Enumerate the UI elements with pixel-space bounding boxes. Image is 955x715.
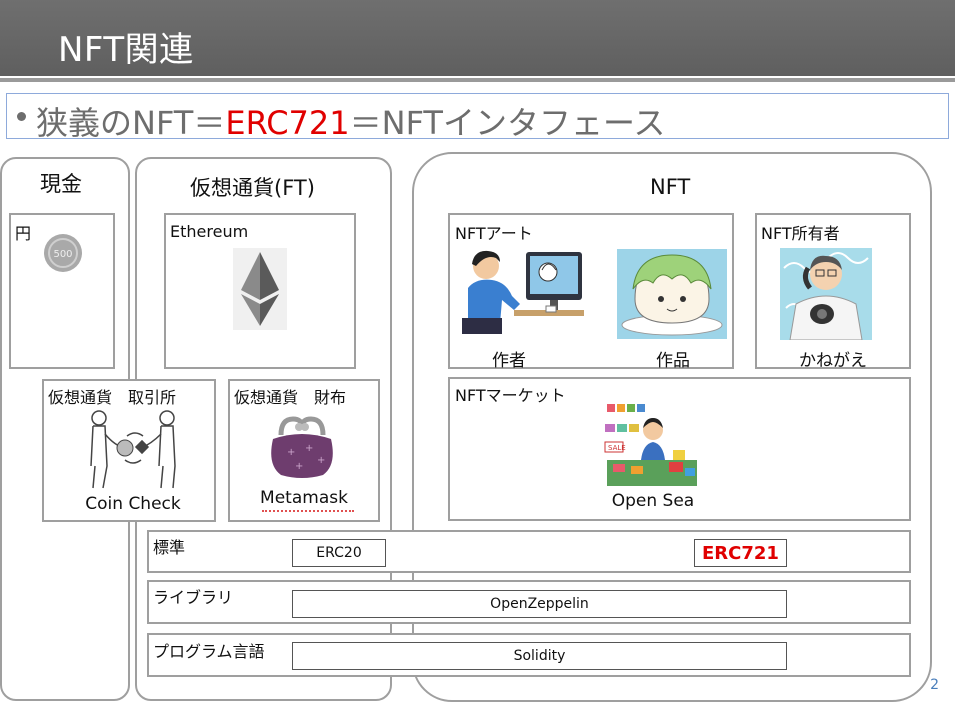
artwork-caption: 作品	[656, 351, 690, 371]
exchange-label: 仮想通貨 取引所	[48, 388, 177, 407]
market-illustration: SALE	[603, 400, 701, 488]
spellcheck-underline	[262, 508, 354, 512]
ethereum-label: Ethereum	[170, 222, 249, 241]
wallet-label: 仮想通貨 財布	[234, 388, 347, 407]
nft-group-label: NFT	[650, 175, 691, 199]
erc721-box: ERC721	[694, 539, 787, 567]
layer-standard	[147, 530, 911, 573]
bullet-highlight: ERC721	[225, 104, 350, 142]
exchange-illustration	[85, 410, 181, 490]
market-caption: Open Sea	[611, 491, 695, 511]
crypto-group-label: 仮想通貨(FT)	[190, 176, 315, 200]
erc20-box: ERC20	[292, 539, 386, 567]
coin-icon: 500	[43, 233, 83, 273]
page-number: 2	[930, 677, 939, 693]
bullet-prefix: 狭義のNFT＝	[36, 104, 226, 142]
nft-art-label: NFTアート	[455, 224, 533, 243]
exchange-caption: Coin Check	[85, 494, 181, 514]
bullet-suffix: ＝NFTインタフェース	[349, 104, 666, 142]
nft-owner-label: NFT所有者	[761, 224, 840, 243]
svg-text:+: +	[287, 447, 295, 458]
wallet-caption: Metamask	[260, 488, 348, 508]
svg-text:+: +	[295, 461, 303, 472]
yen-label: 円	[15, 224, 32, 243]
title-divider	[0, 78, 955, 82]
cash-group-label: 現金	[40, 172, 82, 196]
svg-text:SALE: SALE	[608, 444, 626, 452]
slide-title: NFT関連	[58, 30, 194, 70]
nft-market-label: NFTマーケット	[455, 386, 566, 405]
layer-library-label: ライブラリ	[153, 588, 234, 607]
artwork-illustration	[617, 249, 727, 339]
layer-standard-label: 標準	[153, 538, 186, 557]
openzeppelin-box: OpenZeppelin	[292, 590, 787, 618]
owner-caption: かねがえ	[799, 351, 867, 371]
purse-icon: + + + +	[267, 415, 337, 479]
creator-illustration	[462, 244, 586, 336]
layer-language-label: プログラム言語	[153, 642, 265, 661]
bullet-text: 狭義のNFT＝ERC721＝NFTインタフェース	[36, 98, 665, 144]
svg-text:+: +	[317, 455, 325, 466]
solidity-box: Solidity	[292, 642, 787, 670]
ethereum-icon	[233, 248, 287, 330]
bullet-dot	[17, 112, 26, 121]
svg-text:500: 500	[53, 249, 72, 260]
svg-text:+: +	[305, 443, 313, 454]
creator-caption: 作者	[492, 351, 526, 371]
owner-illustration	[780, 248, 872, 340]
